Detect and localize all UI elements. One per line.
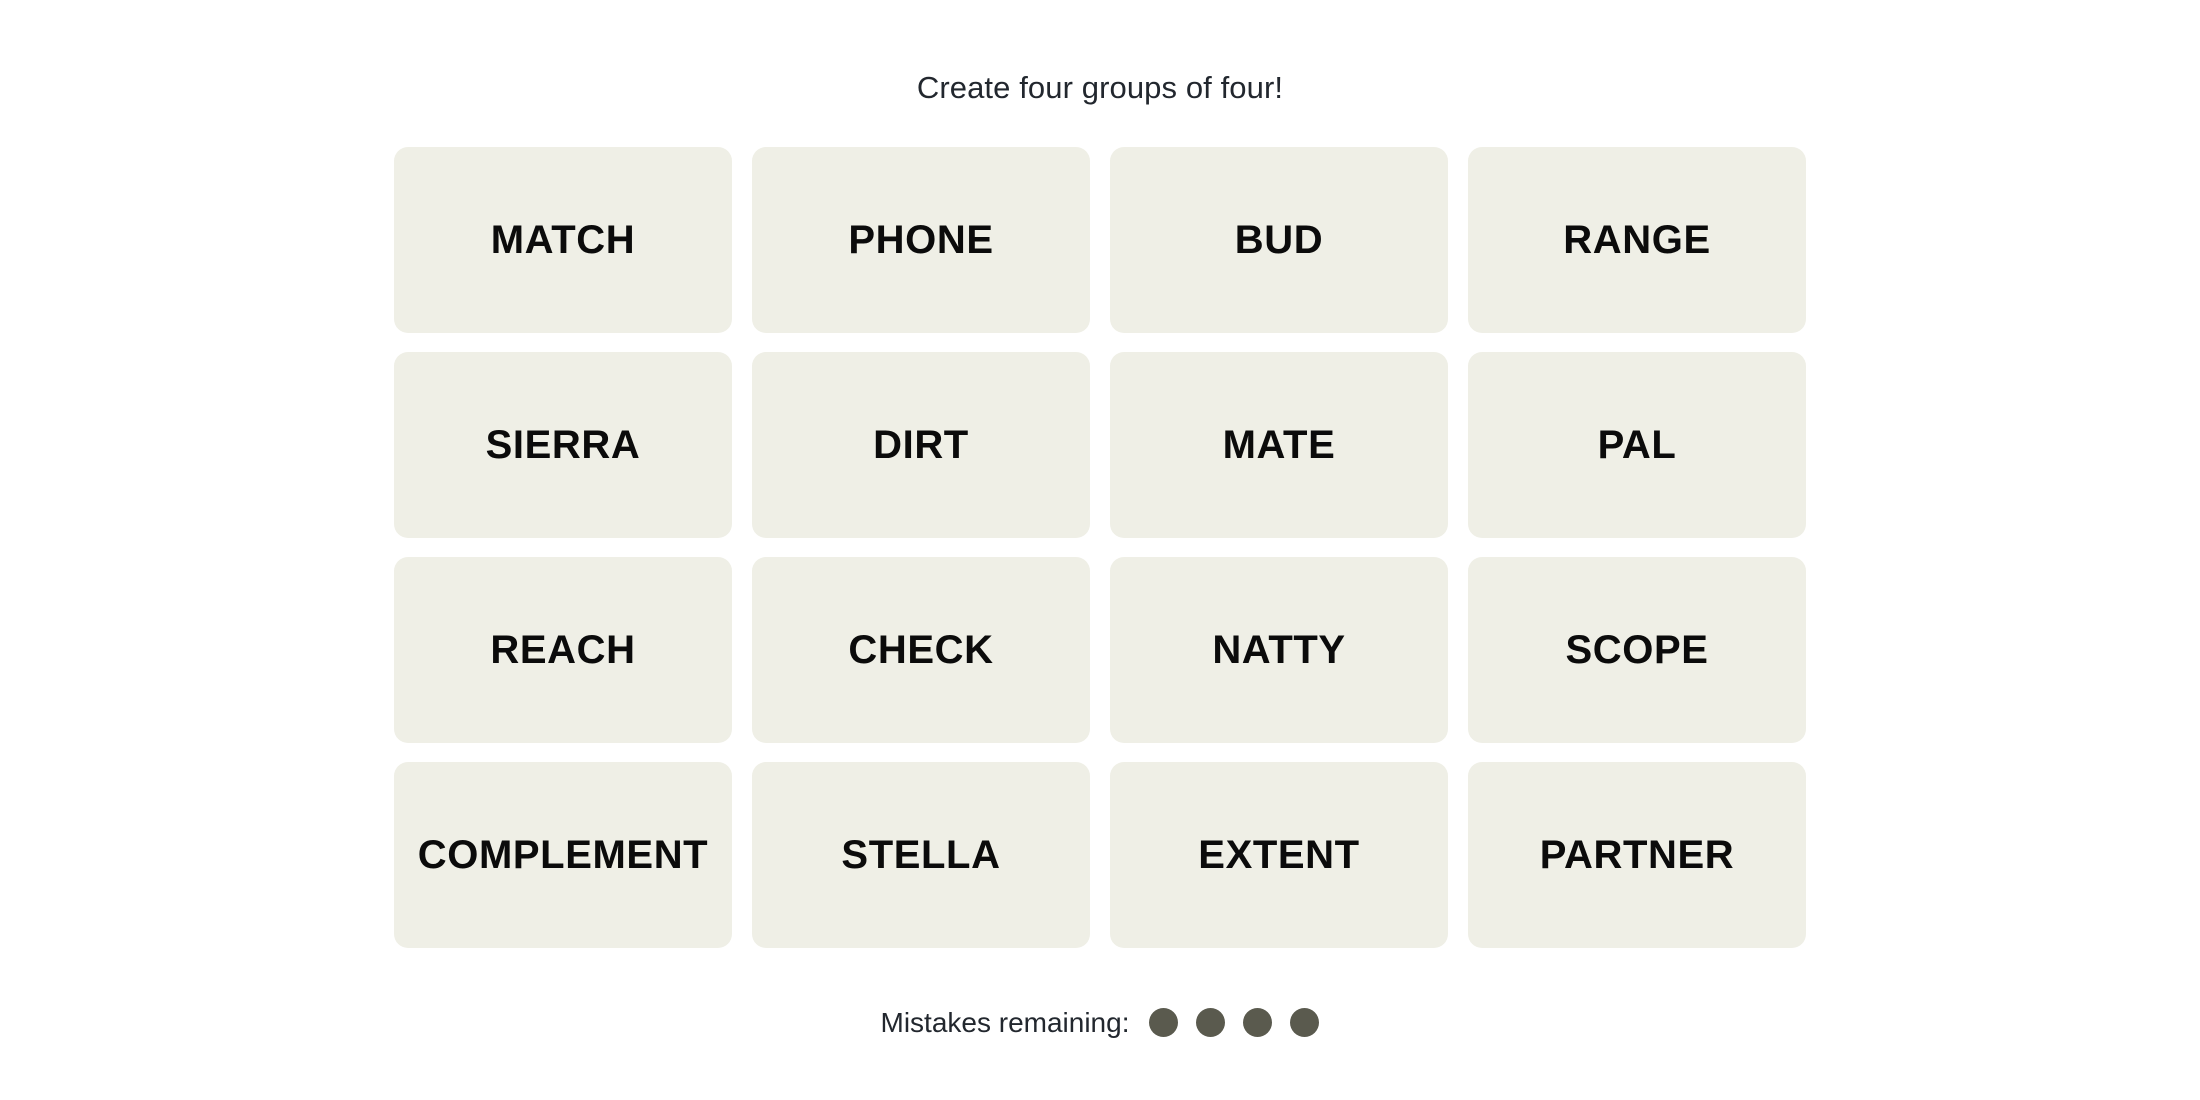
word-tile-label: MATE bbox=[1222, 423, 1336, 467]
mistakes-dots bbox=[1149, 1008, 1320, 1037]
mistakes-remaining: Mistakes remaining: bbox=[881, 1008, 1320, 1037]
mistake-dot-icon bbox=[1196, 1008, 1226, 1037]
word-tile-phone[interactable]: PHONE bbox=[752, 147, 1090, 333]
word-tile-label: RANGE bbox=[1563, 218, 1711, 262]
word-tile-label: SIERRA bbox=[485, 423, 641, 467]
word-tile-stella[interactable]: STELLA bbox=[752, 762, 1090, 948]
word-tile-mate[interactable]: MATE bbox=[1110, 352, 1448, 538]
word-tile-label: SCOPE bbox=[1565, 628, 1709, 672]
word-tile-label: REACH bbox=[490, 628, 636, 672]
word-tile-sierra[interactable]: SIERRA bbox=[394, 352, 732, 538]
word-tile-extent[interactable]: EXTENT bbox=[1110, 762, 1448, 948]
word-tile-natty[interactable]: NATTY bbox=[1110, 557, 1448, 743]
word-tile-bud[interactable]: BUD bbox=[1110, 147, 1448, 333]
word-tile-label: COMPLEMENT bbox=[417, 833, 709, 877]
word-tile-label: NATTY bbox=[1212, 628, 1346, 672]
word-tile-label: MATCH bbox=[490, 218, 636, 262]
word-tile-label: DIRT bbox=[873, 423, 969, 467]
word-tile-label: EXTENT bbox=[1198, 833, 1360, 877]
mistake-dot-icon bbox=[1290, 1008, 1320, 1037]
word-tile-label: PAL bbox=[1597, 423, 1677, 467]
word-tile-dirt[interactable]: DIRT bbox=[752, 352, 1090, 538]
word-tile-label: PHONE bbox=[848, 218, 994, 262]
word-tile-label: STELLA bbox=[841, 833, 1001, 877]
word-tile-match[interactable]: MATCH bbox=[394, 147, 732, 333]
word-tile-check[interactable]: CHECK bbox=[752, 557, 1090, 743]
mistake-dot-icon bbox=[1243, 1008, 1273, 1037]
mistake-dot-icon bbox=[1149, 1008, 1179, 1037]
word-tile-scope[interactable]: SCOPE bbox=[1468, 557, 1806, 743]
page-title: Create four groups of four! bbox=[916, 70, 1284, 105]
word-tile-label: CHECK bbox=[848, 628, 994, 672]
word-tile-label: BUD bbox=[1234, 218, 1324, 262]
word-tile-complement[interactable]: COMPLEMENT bbox=[394, 762, 732, 948]
word-tile-label: PARTNER bbox=[1539, 833, 1735, 877]
mistakes-remaining-label: Mistakes remaining: bbox=[880, 1006, 1130, 1038]
word-tile-partner[interactable]: PARTNER bbox=[1468, 762, 1806, 948]
word-tile-range[interactable]: RANGE bbox=[1468, 147, 1806, 333]
word-tile-reach[interactable]: REACH bbox=[394, 557, 732, 743]
word-tile-pal[interactable]: PAL bbox=[1468, 352, 1806, 538]
connections-game-page: Create four groups of four! MATCH PHONE … bbox=[0, 0, 2200, 1100]
word-grid: MATCH PHONE BUD RANGE SIERRA DIRT MATE P… bbox=[394, 147, 1806, 948]
